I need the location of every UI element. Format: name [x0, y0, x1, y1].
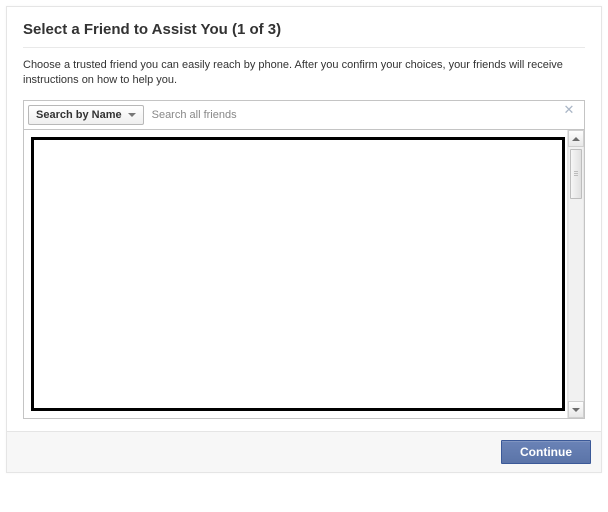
scrollbar-track[interactable] — [568, 147, 584, 401]
search-input[interactable] — [150, 104, 554, 126]
dialog: Select a Friend to Assist You (1 of 3) C… — [6, 6, 602, 473]
chevron-up-icon — [572, 137, 580, 141]
search-by-dropdown[interactable]: Search by Name — [28, 105, 144, 125]
divider — [23, 47, 585, 48]
scroll-up-button[interactable] — [568, 130, 584, 147]
picker-body — [24, 130, 584, 418]
scrollbar[interactable] — [567, 130, 584, 418]
dialog-footer: Continue — [7, 431, 601, 472]
chevron-down-icon — [572, 408, 580, 412]
close-icon: ✕ — [564, 102, 575, 118]
search-by-dropdown-label: Search by Name — [36, 109, 122, 121]
clear-search-button[interactable]: ✕ — [560, 101, 578, 119]
page-title: Select a Friend to Assist You (1 of 3) — [23, 21, 585, 38]
scroll-down-button[interactable] — [568, 401, 584, 418]
results-highlight-frame — [31, 137, 565, 411]
chevron-down-icon — [128, 113, 136, 117]
friend-picker: Search by Name ✕ — [23, 100, 585, 419]
picker-toolbar: Search by Name ✕ — [24, 101, 584, 130]
scrollbar-thumb[interactable] — [570, 149, 582, 199]
dialog-body: Select a Friend to Assist You (1 of 3) C… — [7, 7, 601, 431]
search-input-container — [144, 101, 560, 129]
results-area[interactable] — [24, 130, 567, 418]
continue-button[interactable]: Continue — [501, 440, 591, 464]
instructions-text: Choose a trusted friend you can easily r… — [23, 58, 585, 88]
